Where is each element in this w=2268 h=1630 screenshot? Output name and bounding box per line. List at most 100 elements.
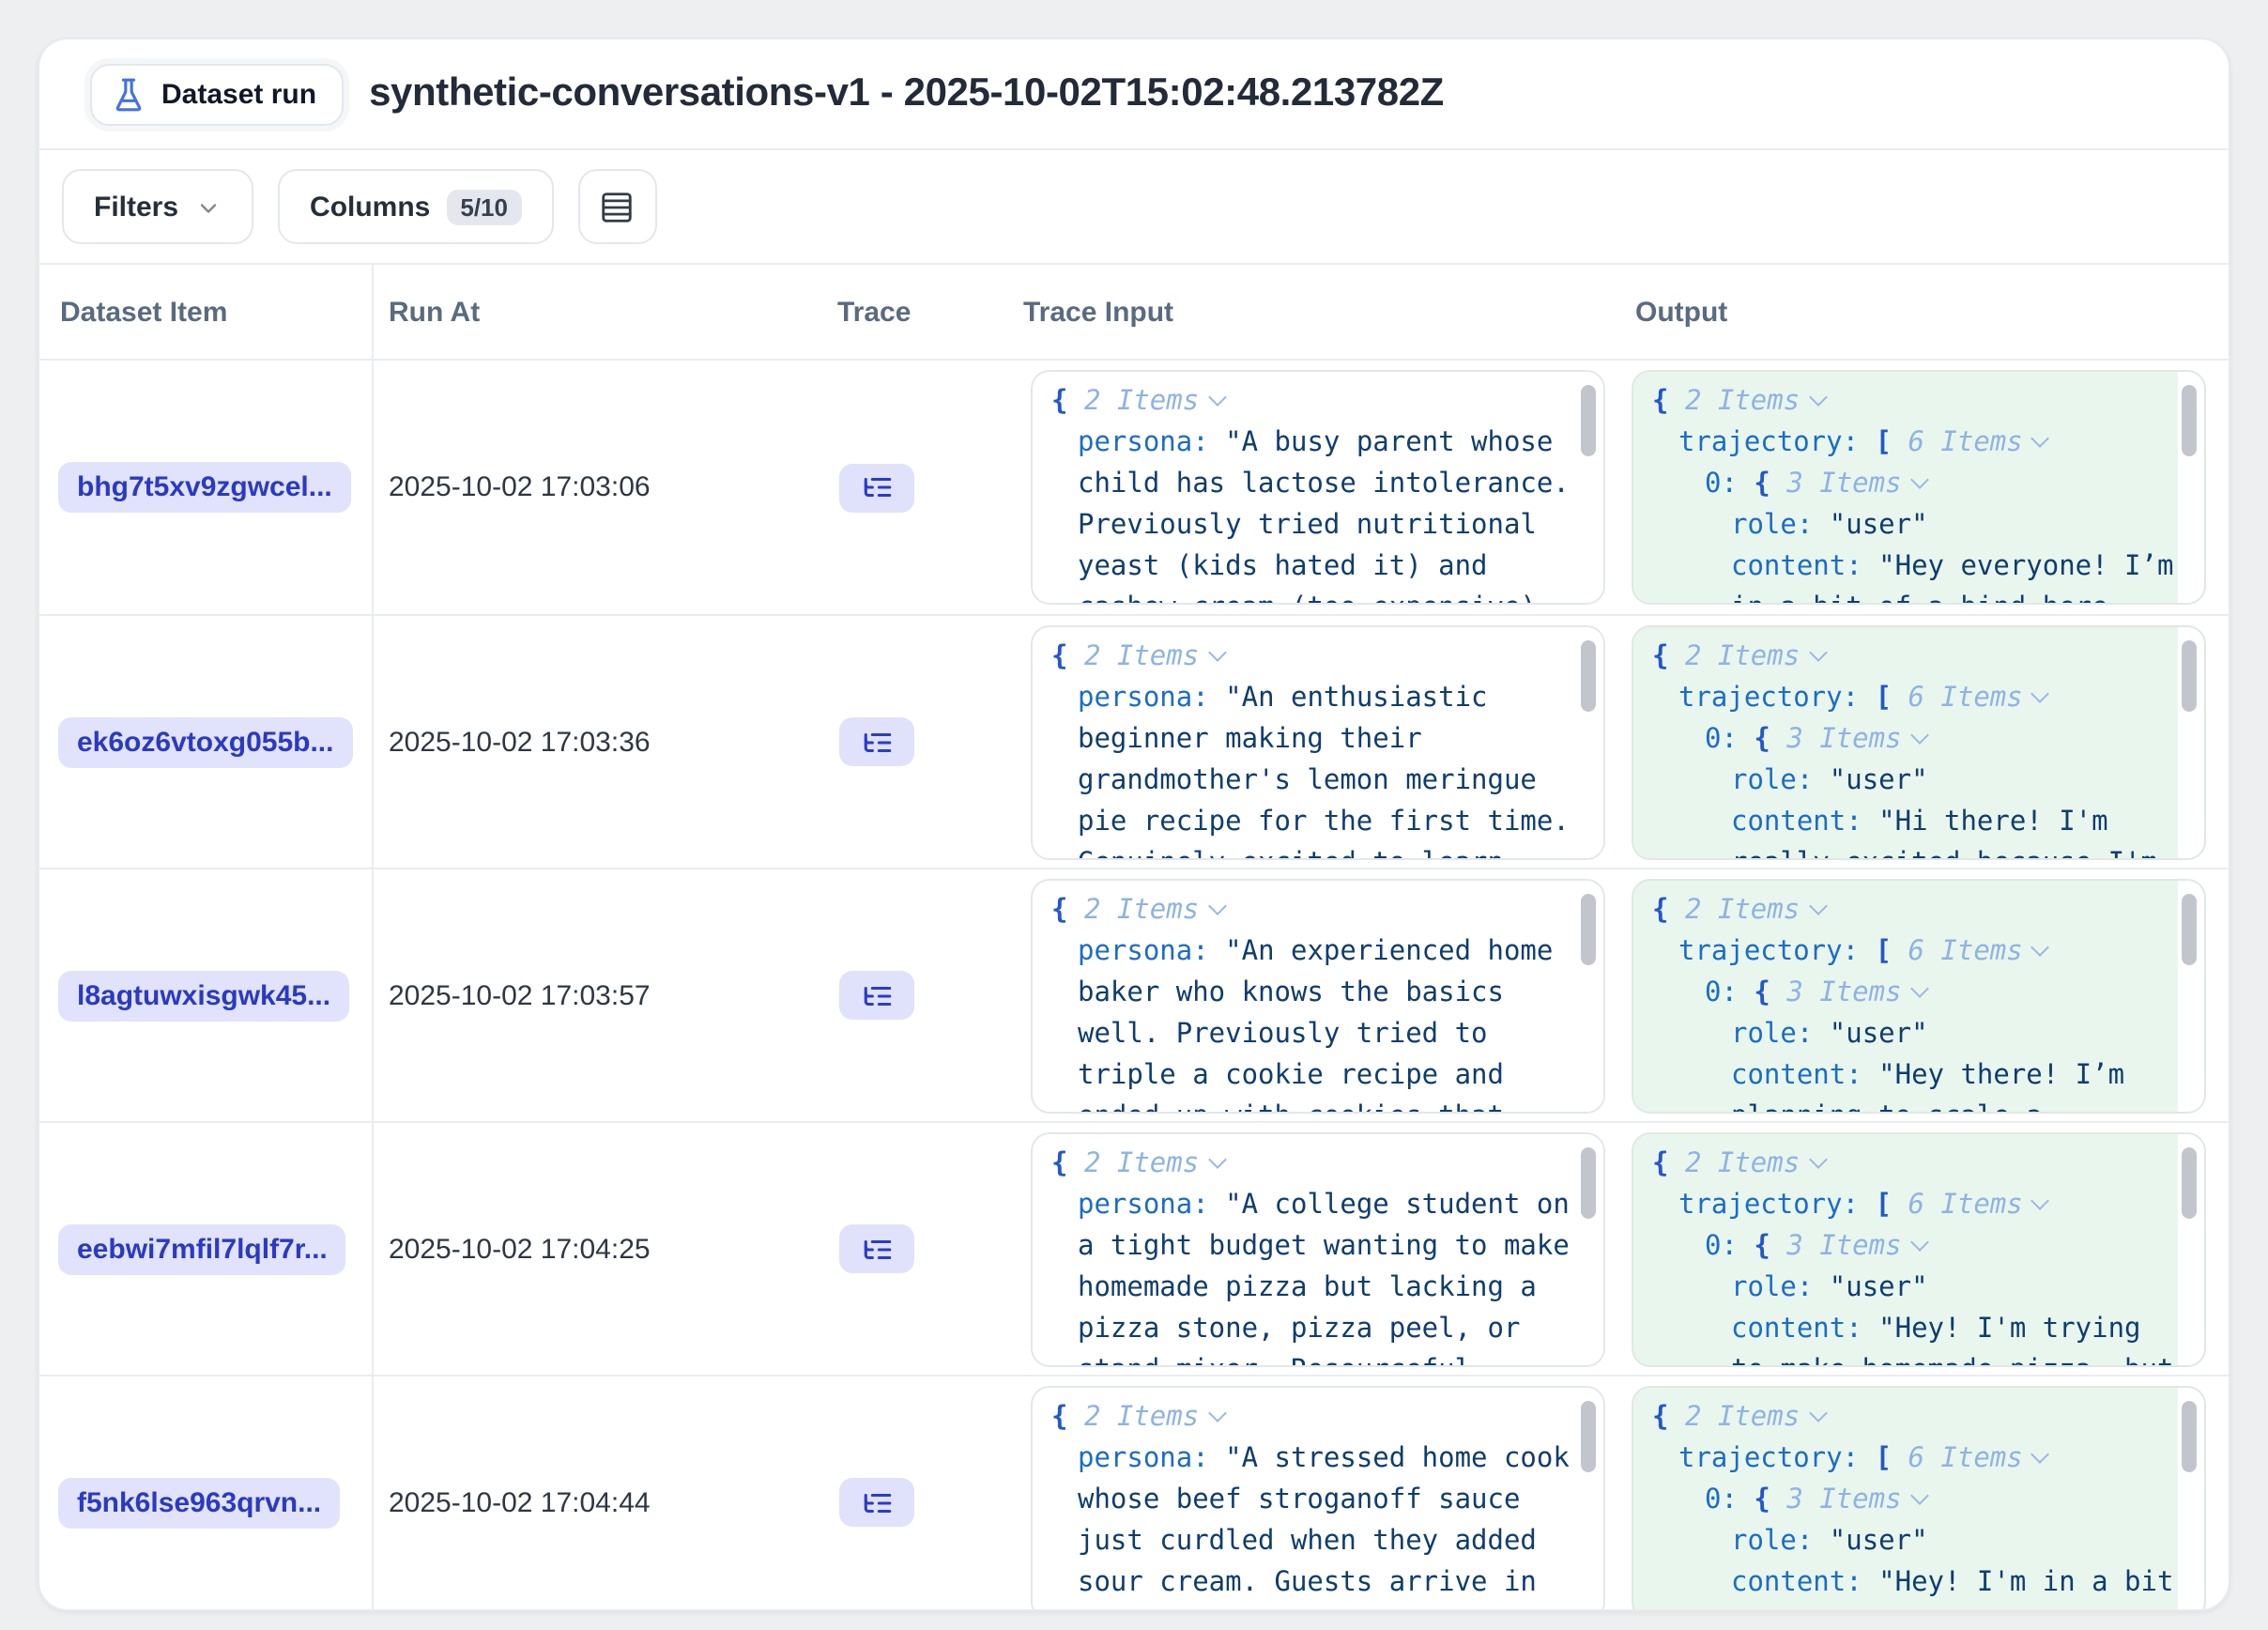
scrollbar-thumb[interactable] <box>1581 894 1596 965</box>
scrollbar-thumb[interactable] <box>1581 1401 1596 1472</box>
output-preview[interactable]: 2 Items trajectory6 Items 03 Items role"… <box>1632 1386 2206 1611</box>
json-key: role <box>1731 1020 1830 1050</box>
scrollbar-thumb[interactable] <box>2182 385 2197 456</box>
items-count-label: 3 Items <box>1786 725 1901 755</box>
scrollbar-track[interactable] <box>2178 372 2204 603</box>
row-height-button[interactable] <box>577 169 656 244</box>
collapse-toggle[interactable]: 2 Items <box>1685 387 1824 417</box>
trace-button[interactable] <box>839 1478 914 1527</box>
collapse-toggle[interactable]: 3 Items <box>1786 1232 1925 1262</box>
run-at-value: 2025-10-02 17:03:57 <box>389 979 651 1011</box>
output-preview[interactable]: 2 Items trajectory6 Items 03 Items role"… <box>1632 370 2206 605</box>
scrollbar-thumb[interactable] <box>2182 1147 2197 1219</box>
items-count-label: 3 Items <box>1786 1485 1901 1515</box>
scrollbar-thumb[interactable] <box>2182 1401 2197 1472</box>
output-cell: 2 Items trajectory6 Items 03 Items role"… <box>1620 869 2229 1121</box>
chevron-down-icon <box>1808 388 1827 407</box>
collapse-toggle[interactable]: 2 Items <box>1084 642 1223 672</box>
table-row[interactable]: l8agtuwxisgwk45... 2025-10-02 17:03:57 2… <box>39 868 2229 1121</box>
list-tree-icon <box>861 979 893 1011</box>
scrollbar-thumb[interactable] <box>2182 640 2197 712</box>
collapse-toggle[interactable]: 6 Items <box>1908 937 2047 967</box>
collapse-toggle[interactable]: 2 Items <box>1685 896 1824 926</box>
json-key: 0 <box>1705 1485 1754 1515</box>
trace-input-preview[interactable]: 2 Items persona"A stressed home cook who… <box>1031 1386 1605 1611</box>
scrollbar-thumb[interactable] <box>1581 1147 1596 1219</box>
trace-button[interactable] <box>839 1224 914 1273</box>
dataset-item-badge[interactable]: bhg7t5xv9zgwcel... <box>58 462 351 513</box>
dataset-item-badge[interactable]: ek6oz6vtoxg055b... <box>58 716 352 767</box>
scrollbar-track[interactable] <box>1577 1388 1603 1611</box>
scrollbar-track[interactable] <box>1577 881 1603 1112</box>
table-row[interactable]: bhg7t5xv9zgwcel... 2025-10-02 17:03:06 2… <box>39 361 2229 614</box>
trace-button[interactable] <box>839 717 914 766</box>
dataset-item-badge[interactable]: f5nk6lse963qrvn... <box>58 1477 340 1528</box>
chevron-down-icon <box>1207 897 1226 915</box>
trace-cell <box>822 616 1008 868</box>
scrollbar-track[interactable] <box>1577 627 1603 858</box>
collapse-toggle[interactable]: 2 Items <box>1685 1403 1824 1433</box>
trace-button[interactable] <box>839 463 914 512</box>
scrollbar-track[interactable] <box>1577 1134 1603 1365</box>
chevron-down-icon <box>1207 388 1226 407</box>
items-count-label: 3 Items <box>1786 978 1901 1008</box>
json-value: "user" <box>1830 1020 1928 1050</box>
trace-input-preview[interactable]: 2 Items persona"An experienced home bake… <box>1031 879 1605 1114</box>
page-title: synthetic-conversations-v1 - 2025-10-02T… <box>369 71 1444 116</box>
chevron-down-icon <box>1808 1404 1827 1422</box>
collapse-toggle[interactable]: 2 Items <box>1685 1149 1824 1179</box>
open-brace <box>1754 1485 1786 1515</box>
table-row[interactable]: ek6oz6vtoxg055b... 2025-10-02 17:03:36 2… <box>39 614 2229 868</box>
collapse-toggle[interactable]: 6 Items <box>1908 428 2047 458</box>
chevron-down-icon <box>1808 1150 1827 1169</box>
trace-input-json: 2 Items persona"A college student on a t… <box>1033 1134 1577 1365</box>
dataset-item-badge[interactable]: eebwi7mfil7lqlf7r... <box>58 1223 346 1274</box>
scrollbar-track[interactable] <box>2178 1134 2204 1365</box>
collapse-toggle[interactable]: 2 Items <box>1084 1149 1223 1179</box>
trace-input-preview[interactable]: 2 Items persona"An enthusiastic beginner… <box>1031 625 1605 860</box>
table-row[interactable]: eebwi7mfil7lqlf7r... 2025-10-02 17:04:25… <box>39 1121 2229 1375</box>
collapse-toggle[interactable]: 2 Items <box>1685 642 1824 672</box>
table-row[interactable]: f5nk6lse963qrvn... 2025-10-02 17:04:44 2… <box>39 1375 2229 1611</box>
items-count-label: 2 Items <box>1685 1149 1800 1179</box>
items-count-label: 6 Items <box>1908 684 2023 714</box>
scrollbar-track[interactable] <box>1577 372 1603 603</box>
trace-input-preview[interactable]: 2 Items persona"A college student on a t… <box>1031 1132 1605 1367</box>
run-at-cell: 2025-10-02 17:03:57 <box>374 869 822 1121</box>
json-key: persona <box>1078 684 1225 714</box>
filters-button[interactable]: Filters <box>62 169 253 244</box>
output-json: 2 Items trajectory6 Items 03 Items role"… <box>1633 1388 2178 1611</box>
items-count-label: 3 Items <box>1786 1232 1901 1262</box>
scrollbar-track[interactable] <box>2178 1388 2204 1611</box>
collapse-toggle[interactable]: 3 Items <box>1786 725 1925 755</box>
columns-button[interactable]: Columns 5/10 <box>278 169 553 244</box>
json-value: "user" <box>1830 511 1928 541</box>
trace-input-cell: 2 Items persona"A busy parent whose chil… <box>1008 361 1620 614</box>
scrollbar-track[interactable] <box>2178 881 2204 1112</box>
scrollbar-thumb[interactable] <box>1581 385 1596 456</box>
trace-button[interactable] <box>839 971 914 1020</box>
collapse-toggle[interactable]: 6 Items <box>1908 1444 2047 1474</box>
collapse-toggle[interactable]: 6 Items <box>1908 684 2047 714</box>
collapse-toggle[interactable]: 6 Items <box>1908 1191 2047 1221</box>
collapse-toggle[interactable]: 3 Items <box>1786 978 1925 1008</box>
chevron-down-icon <box>1207 1404 1226 1422</box>
collapse-toggle[interactable]: 2 Items <box>1084 896 1223 926</box>
collapse-toggle[interactable]: 3 Items <box>1786 1485 1925 1515</box>
scrollbar-thumb[interactable] <box>2182 894 2197 965</box>
scrollbar-track[interactable] <box>2178 627 2204 858</box>
output-preview[interactable]: 2 Items trajectory6 Items 03 Items role"… <box>1632 625 2206 860</box>
trace-input-json: 2 Items persona"An experienced home bake… <box>1033 881 1577 1112</box>
dataset-run-badge[interactable]: Dataset run <box>90 63 343 125</box>
collapse-toggle[interactable]: 3 Items <box>1786 469 1925 500</box>
trace-input-preview[interactable]: 2 Items persona"A busy parent whose chil… <box>1031 370 1605 605</box>
collapse-toggle[interactable]: 2 Items <box>1084 387 1223 417</box>
scrollbar-thumb[interactable] <box>1581 640 1596 712</box>
trace-cell <box>822 869 1008 1121</box>
dataset-item-badge[interactable]: l8agtuwxisgwk45... <box>58 970 349 1021</box>
open-bracket <box>1876 1191 1908 1221</box>
items-count-label: 6 Items <box>1908 937 2023 967</box>
collapse-toggle[interactable]: 2 Items <box>1084 1403 1223 1433</box>
output-preview[interactable]: 2 Items trajectory6 Items 03 Items role"… <box>1632 879 2206 1114</box>
output-preview[interactable]: 2 Items trajectory6 Items 03 Items role"… <box>1632 1132 2206 1367</box>
